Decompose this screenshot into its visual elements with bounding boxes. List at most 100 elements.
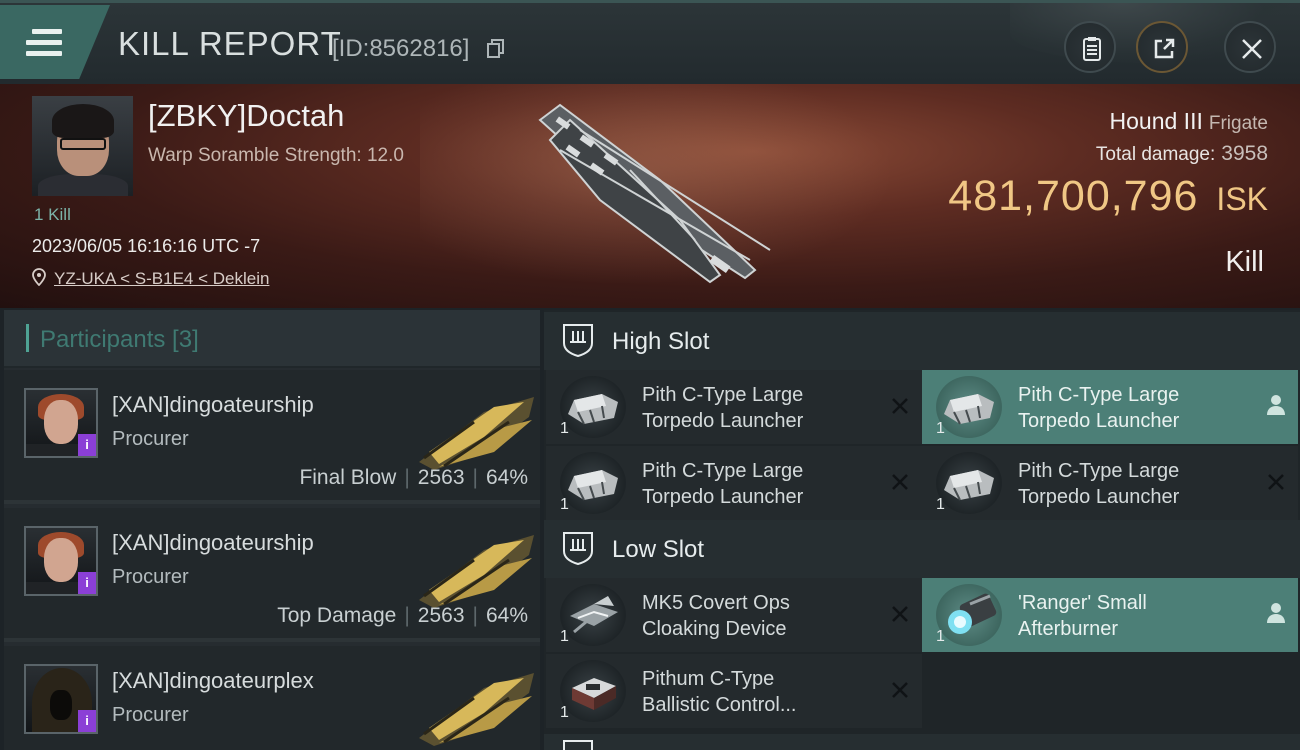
torpedo-launcher-icon bbox=[560, 376, 626, 438]
total-damage: Total damage: 3958 bbox=[1096, 142, 1268, 166]
module-quantity: 1 bbox=[560, 420, 569, 437]
participant-row[interactable]: i [XAN]dingoateurship Procurer Top Damag… bbox=[4, 508, 540, 642]
high-slot-title: High Slot bbox=[612, 328, 710, 355]
module-slot[interactable]: 1 Pith C-Type Large Torpedo Launcher bbox=[546, 446, 922, 520]
ship-name[interactable]: Hound III bbox=[1110, 108, 1203, 134]
participant-avatar[interactable]: i bbox=[24, 526, 98, 596]
total-damage-value: 3958 bbox=[1221, 142, 1268, 165]
low-slot-header: Low Slot bbox=[544, 520, 1300, 578]
info-badge-icon: i bbox=[78, 710, 96, 732]
page-title: KILL REPORT bbox=[118, 25, 342, 62]
x-icon bbox=[892, 398, 908, 414]
participant-name: [XAN]dingoateurship bbox=[112, 530, 314, 555]
person-icon bbox=[1267, 603, 1285, 623]
x-icon bbox=[892, 474, 908, 490]
participant-role: Top Damage bbox=[277, 604, 397, 627]
x-icon bbox=[892, 606, 908, 622]
participant-avatar[interactable]: i bbox=[24, 664, 98, 734]
close-icon bbox=[1242, 39, 1262, 59]
module-slot-dropped[interactable]: 1 'Ranger' Small Afterburner bbox=[922, 578, 1298, 652]
cloaking-device-icon bbox=[560, 584, 626, 646]
procurer-ship-icon bbox=[419, 397, 534, 470]
module-quantity: 1 bbox=[560, 704, 569, 721]
victim-avatar[interactable] bbox=[32, 96, 133, 196]
copy-icon[interactable] bbox=[487, 39, 505, 59]
isk-value: 481,700,796 ISK bbox=[948, 172, 1268, 221]
participant-row[interactable]: i [XAN]dingoateurplex Procurer bbox=[4, 646, 540, 750]
section-accent-bar bbox=[26, 324, 29, 352]
report-id: [ID:8562816] bbox=[332, 35, 470, 62]
kill-timestamp: 2023/06/05 16:16:16 UTC -7 bbox=[32, 236, 261, 256]
module-name: MK5 Covert Ops Cloaking Device bbox=[642, 592, 790, 640]
participant-name: [XAN]dingoateurplex bbox=[112, 668, 314, 693]
procurer-ship-icon bbox=[419, 535, 534, 608]
module-slot[interactable]: 1 MK5 Covert Ops Cloaking Device bbox=[546, 578, 922, 652]
module-name: 'Ranger' Small Afterburner bbox=[1018, 592, 1147, 640]
participants-panel: Participants [3] i [XAN]dingoateurship P… bbox=[4, 310, 540, 750]
victim-ship-type: Hound III Frigate bbox=[1110, 108, 1268, 135]
module-quantity: 1 bbox=[560, 496, 569, 513]
clipboard-button[interactable] bbox=[1064, 21, 1116, 73]
module-name: Pith C-Type Large Torpedo Launcher bbox=[642, 384, 804, 432]
module-slot[interactable]: 1 Pithum C-Type Ballistic Control... bbox=[546, 654, 922, 728]
share-icon bbox=[1154, 38, 1175, 59]
participant-percent: 64% bbox=[485, 466, 528, 489]
close-button[interactable] bbox=[1224, 21, 1276, 73]
torpedo-launcher-icon bbox=[936, 376, 1002, 438]
participant-stats: Final Blow | 2563 | 64% bbox=[299, 466, 528, 489]
participants-header: Participants [3] bbox=[4, 310, 540, 368]
procurer-ship-icon bbox=[419, 673, 534, 746]
x-icon bbox=[892, 682, 908, 698]
high-slot-header: High Slot bbox=[544, 312, 1300, 370]
module-quantity: 1 bbox=[560, 628, 569, 645]
torpedo-launcher-icon bbox=[560, 452, 626, 514]
module-slot[interactable]: 1 Pith C-Type Large Torpedo Launcher bbox=[922, 446, 1298, 520]
info-badge-icon: i bbox=[78, 434, 96, 456]
victim-name[interactable]: [ZBKY]Doctah bbox=[148, 98, 344, 134]
module-name: Pithum C-Type Ballistic Control... bbox=[642, 668, 797, 716]
afterburner-icon bbox=[936, 584, 1002, 646]
participant-ship: Procurer bbox=[112, 566, 189, 588]
module-slot[interactable]: 1 Pith C-Type Large Torpedo Launcher bbox=[546, 370, 922, 444]
torpedo-launcher-icon bbox=[936, 452, 1002, 514]
victim-ship-image bbox=[538, 103, 771, 284]
report-type: Kill bbox=[1225, 246, 1264, 278]
module-quantity: 1 bbox=[936, 496, 945, 513]
menu-icon[interactable] bbox=[26, 29, 62, 59]
participant-stats: Top Damage | 2563 | 64% bbox=[277, 604, 528, 627]
isk-amount: 481,700,796 bbox=[948, 172, 1199, 220]
slot-rack-icon bbox=[563, 740, 593, 750]
clipboard-icon bbox=[1083, 37, 1101, 61]
location-pin-icon bbox=[32, 268, 46, 286]
participant-avatar[interactable]: i bbox=[24, 388, 98, 458]
person-icon bbox=[1267, 395, 1285, 415]
low-slot-title: Low Slot bbox=[612, 536, 705, 563]
total-damage-label: Total damage: bbox=[1095, 144, 1216, 165]
next-slot-header bbox=[544, 734, 1300, 750]
info-badge-icon: i bbox=[78, 572, 96, 594]
isk-unit: ISK bbox=[1216, 181, 1268, 217]
participant-name: [XAN]dingoateurship bbox=[112, 392, 314, 417]
module-quantity: 1 bbox=[936, 420, 945, 437]
participant-ship: Procurer bbox=[112, 428, 189, 450]
participant-row[interactable]: i [XAN]dingoateurship Procurer Final Blo… bbox=[4, 370, 540, 504]
participants-title: Participants [3] bbox=[40, 326, 199, 353]
participant-damage: 2563 bbox=[417, 466, 465, 489]
header-bar: KILL REPORT [ID:8562816] bbox=[0, 0, 1300, 84]
participant-damage: 2563 bbox=[417, 604, 465, 627]
module-name: Pith C-Type Large Torpedo Launcher bbox=[1018, 384, 1180, 432]
module-slot-dropped[interactable]: 1 Pith C-Type Large Torpedo Launcher bbox=[922, 370, 1298, 444]
slot-rack-icon bbox=[563, 532, 593, 566]
participant-percent: 64% bbox=[485, 604, 528, 627]
slot-rack-icon bbox=[563, 324, 593, 358]
location-link[interactable]: YZ-UKA < S-B1E4 < Deklein bbox=[54, 269, 269, 289]
share-button[interactable] bbox=[1136, 21, 1188, 73]
menu-tab[interactable] bbox=[0, 5, 110, 79]
module-name: Pith C-Type Large Torpedo Launcher bbox=[1018, 460, 1180, 508]
module-name: Pith C-Type Large Torpedo Launcher bbox=[642, 460, 804, 508]
kill-report-screen: { "header": { "title": "KILL REPORT", "r… bbox=[0, 0, 1300, 750]
ship-class: Frigate bbox=[1208, 113, 1268, 134]
warp-scramble-strength: Warp Soramble Strength: 12.0 bbox=[148, 145, 404, 166]
x-icon bbox=[1268, 474, 1284, 490]
ballistic-control-icon bbox=[560, 660, 626, 722]
